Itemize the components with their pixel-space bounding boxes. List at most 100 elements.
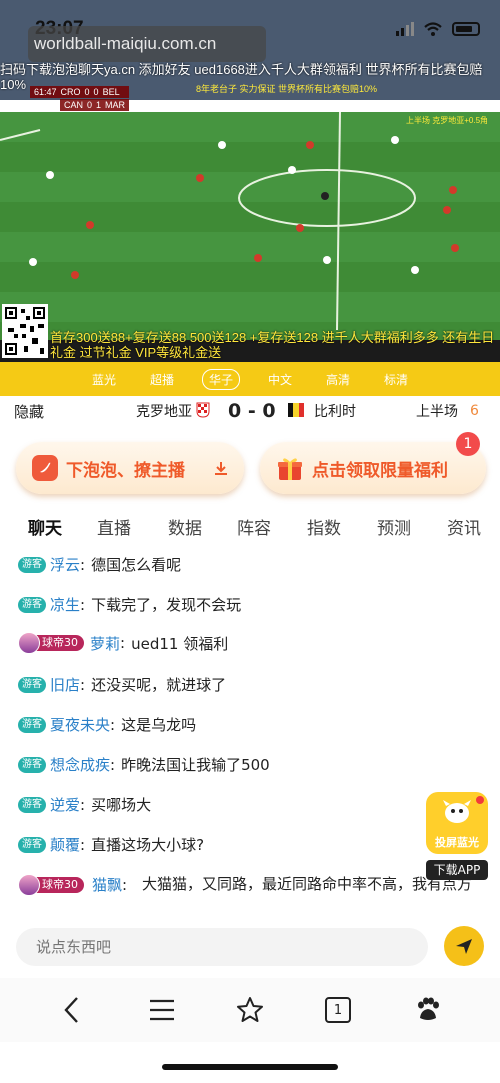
overlay-promo-text: 8年老台子 实力保证 世界杯所有比赛包赔10% xyxy=(196,84,378,94)
status-icons xyxy=(396,22,480,36)
chat-username[interactable]: 凉生 xyxy=(50,594,80,615)
tab-prediction[interactable]: 预测 xyxy=(377,514,411,539)
vip-level-label: 球帝30 xyxy=(34,877,84,893)
quality-option-huazi[interactable]: 华子 xyxy=(201,368,240,390)
team-d-score: 1 xyxy=(96,100,102,110)
chat-username-wrap: 猫飘: xyxy=(92,874,133,895)
quality-option-bluray[interactable]: 蓝光 xyxy=(86,370,122,389)
team-a-score: 0 xyxy=(84,87,90,97)
tab-lineup[interactable]: 阵容 xyxy=(237,514,271,539)
star-icon xyxy=(237,997,263,1022)
back-button[interactable] xyxy=(52,990,92,1030)
download-chat-button[interactable]: 下泡泡、撩主播 xyxy=(16,442,244,494)
chat-username[interactable]: 夏夜未央 xyxy=(50,714,110,735)
tab-count: 1 xyxy=(333,1002,343,1018)
cast-app-icon[interactable]: 投屏蓝光 xyxy=(426,792,488,854)
download-chat-label: 下泡泡、撩主播 xyxy=(66,460,185,481)
tab-chat[interactable]: 聊天 xyxy=(28,514,62,539)
tab-odds[interactable]: 指数 xyxy=(307,514,341,539)
download-icon xyxy=(215,462,227,475)
chat-colon: : xyxy=(80,675,86,694)
tabs-button[interactable]: 1 xyxy=(318,990,358,1030)
download-app-button[interactable]: 下载APP xyxy=(426,860,488,880)
chat-text: ued11 领福利 xyxy=(131,634,229,653)
widget-dot xyxy=(476,796,484,804)
match-header: 隐藏 克罗地亚 0 - 0 比利时 上半场 6 xyxy=(0,396,500,426)
chat-text: 昨晚法国让我输了500 xyxy=(121,756,270,774)
guest-tag: 游客 xyxy=(18,756,46,773)
chat-username[interactable]: 颠覆 xyxy=(50,834,80,855)
chat-colon: : xyxy=(80,835,86,854)
chat-colon: : xyxy=(110,755,116,774)
chat-colon: : xyxy=(122,876,128,894)
qr-code-icon xyxy=(2,304,48,358)
dog-icon xyxy=(443,800,471,823)
quality-option-hd[interactable]: 高清 xyxy=(320,370,356,389)
wifi-icon xyxy=(424,22,442,36)
quality-selector: 蓝光 超播 华子 中文 高清 标清 xyxy=(0,362,500,396)
gift-icon xyxy=(278,458,302,480)
chat-message: 游客 逆爱: 买哪场大 xyxy=(18,794,151,815)
chat-colon: : xyxy=(80,595,86,614)
chat-colon: : xyxy=(110,715,116,734)
tab-news[interactable]: 资讯 xyxy=(447,514,481,539)
chat-username[interactable]: 萝莉 xyxy=(90,633,120,654)
hide-button[interactable]: 隐藏 xyxy=(14,401,44,422)
chat-colon: : xyxy=(80,795,86,814)
chat-username[interactable]: 想念成疾 xyxy=(50,754,110,775)
team-d-code: MAR xyxy=(105,100,126,110)
vip-avatar xyxy=(18,632,40,654)
chat-input-row xyxy=(0,918,500,978)
tab-live[interactable]: 直播 xyxy=(97,514,131,539)
match-score: 0 - 0 xyxy=(228,400,276,422)
bookmark-button[interactable] xyxy=(230,990,270,1030)
chat-colon: : xyxy=(80,555,86,574)
guest-tag: 游客 xyxy=(18,556,46,573)
chat-text: 德国怎么看呢 xyxy=(91,556,182,574)
chat-username[interactable]: 旧店 xyxy=(50,674,80,695)
baidu-button[interactable] xyxy=(408,990,448,1030)
home-indicator[interactable] xyxy=(162,1064,338,1070)
video-player[interactable]: 23:07 worldball-maiqiu.com.cn 扫码下载泡泡聊天ya… xyxy=(0,0,500,362)
chat-message: 游客 颠覆: 直播这场大小球? xyxy=(18,834,204,855)
team-c-code: CAN xyxy=(64,100,84,110)
claim-benefit-label: 点击领取限量福利 xyxy=(312,460,448,481)
page: 23:07 worldball-maiqiu.com.cn 扫码下载泡泡聊天ya… xyxy=(0,0,500,1083)
browser-url-pill[interactable]: worldball-maiqiu.com.cn xyxy=(28,26,266,62)
notification-badge: 1 xyxy=(456,432,480,456)
browser-toolbar: 1 xyxy=(0,978,500,1042)
croatia-flag-icon xyxy=(196,402,210,418)
chat-list[interactable]: 游客 浮云: 德国怎么看呢 游客 凉生: 下载完了，发现不会玩 球帝30 萝莉:… xyxy=(0,548,500,916)
quality-option-chinese[interactable]: 中文 xyxy=(262,370,298,389)
scoreboard-row-2: CAN 0 1 MAR xyxy=(60,99,130,111)
action-buttons: 下泡泡、撩主播 点击领取限量福利 xyxy=(0,436,500,498)
team-a-code: CRO xyxy=(60,87,81,97)
chat-message: 游客 想念成疾: 昨晚法国让我输了500 xyxy=(18,754,270,775)
belgium-flag-icon xyxy=(288,403,304,417)
team-b-code: BEL xyxy=(102,87,120,97)
chat-text: 这是乌龙吗 xyxy=(121,716,197,734)
team-a-name: 克罗地亚 xyxy=(136,404,192,420)
team-b-score: 0 xyxy=(93,87,99,97)
promo-banner-bottom: 首存300送88+复存送88 500送128 +复存送128 进千人大群福利多多… xyxy=(50,330,495,360)
guest-tag: 游客 xyxy=(18,676,46,693)
menu-button[interactable] xyxy=(142,990,182,1030)
chat-message: 游客 浮云: 德国怎么看呢 xyxy=(18,554,181,575)
guest-tag: 游客 xyxy=(18,596,46,613)
send-icon xyxy=(456,939,472,954)
vip-tag: 球帝30 xyxy=(18,632,84,654)
send-button[interactable] xyxy=(444,926,484,966)
chat-text: 大猫猫，又同路，最近同路命中率不高，我有点方 xyxy=(142,875,473,893)
quality-option-super[interactable]: 超播 xyxy=(144,370,180,389)
claim-benefit-button[interactable]: 点击领取限量福利 xyxy=(260,442,486,494)
chevron-left-icon xyxy=(64,997,78,1023)
tab-data[interactable]: 数据 xyxy=(168,514,202,539)
chat-username[interactable]: 猫飘 xyxy=(92,876,122,894)
vip-tag: 球帝30 xyxy=(18,874,84,896)
cast-app-widget[interactable]: 投屏蓝光 下载APP xyxy=(426,792,490,880)
chili-icon xyxy=(32,455,58,481)
chat-username[interactable]: 浮云 xyxy=(50,554,80,575)
chat-username[interactable]: 逆爱 xyxy=(50,794,80,815)
quality-option-sd[interactable]: 标清 xyxy=(378,370,414,389)
chat-input[interactable] xyxy=(16,928,428,966)
